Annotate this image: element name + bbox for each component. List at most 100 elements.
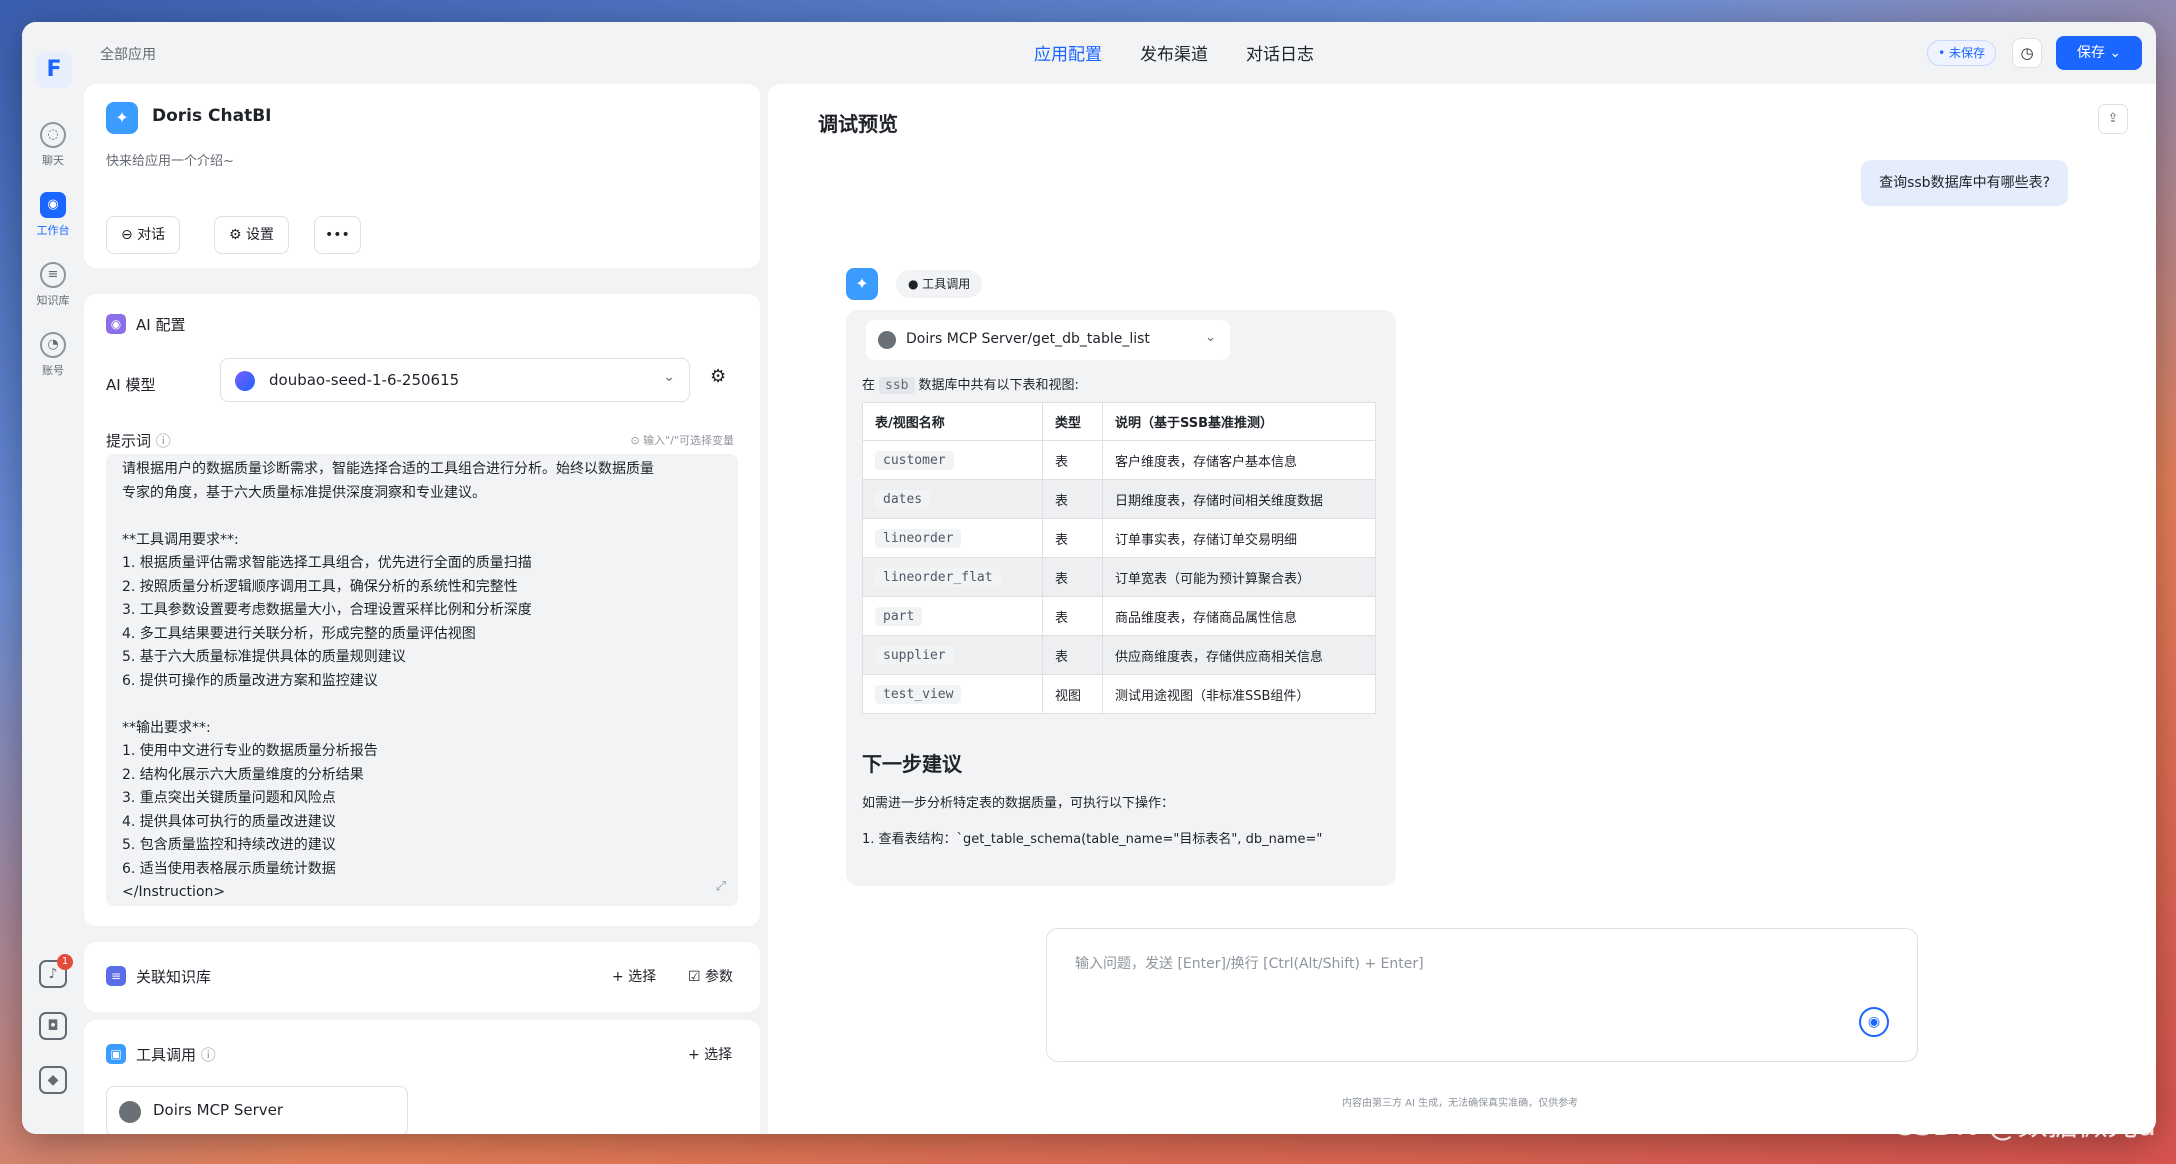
chevron-down-icon: ⌄ bbox=[1205, 330, 1216, 345]
more-button[interactable]: ••• bbox=[314, 216, 361, 254]
share-icon[interactable]: ⇪ bbox=[2098, 104, 2128, 134]
debug-preview-panel: 调试预览 ⇪ 查询ssb数据库中有哪些表? ✦ ● 工具调用 Doirs MCP… bbox=[768, 84, 2156, 1134]
table-cell: 日期维度表，存储时间相关维度数据 bbox=[1102, 479, 1376, 519]
robot-icon[interactable]: ◘ bbox=[39, 1012, 67, 1040]
help-icon[interactable]: ⓘ bbox=[156, 432, 171, 450]
app-description[interactable]: 快来给应用一个介绍~ bbox=[106, 150, 234, 169]
table-cell: 表 bbox=[1042, 479, 1103, 519]
chat-icon: ⊖ bbox=[121, 227, 138, 243]
table-row: lineorder_flat 表 订单宽表（可能为预计算聚合表） bbox=[862, 557, 1376, 597]
rail-item-account[interactable]: ◔ 账号 bbox=[26, 332, 80, 378]
prompt-line: 1. 根据质量评估需求智能选择工具组合，优先进行全面的质量扫描 bbox=[122, 555, 532, 571]
table-cell: supplier bbox=[862, 635, 1043, 675]
knowledge-select-button[interactable]: + 选择 bbox=[612, 966, 656, 986]
table-cell: 表 bbox=[1042, 635, 1103, 675]
mcp-server-icon bbox=[119, 1101, 141, 1123]
chat-icon: ◌ bbox=[40, 122, 66, 148]
table-cell: 表 bbox=[1042, 557, 1103, 597]
tool-call-tag[interactable]: ● 工具调用 bbox=[896, 270, 983, 298]
knowledge-params-button[interactable]: ☑ 参数 bbox=[688, 966, 733, 986]
app-avatar-icon: ✦ bbox=[106, 102, 138, 134]
user-message: 查询ssb数据库中有哪些表? bbox=[1861, 160, 2068, 206]
user-icon: ◔ bbox=[40, 332, 66, 358]
rail-item-workbench[interactable]: ◉ 工作台 bbox=[26, 192, 80, 238]
table-cell: 客户维度表，存储客户基本信息 bbox=[1102, 440, 1376, 480]
prompt-line: 3. 重点突出关键质量问题和风险点 bbox=[122, 790, 336, 806]
database-icon: ≡ bbox=[106, 966, 126, 986]
send-icon[interactable]: ◉ bbox=[1859, 1007, 1889, 1037]
table-cell: dates bbox=[862, 479, 1043, 519]
table-cell: 订单事实表，存储订单交易明细 bbox=[1102, 518, 1376, 558]
table-cell: 测试用途视图（非标准SSB组件） bbox=[1102, 674, 1376, 714]
model-select[interactable]: doubao-seed-1-6-250615 ⌄ bbox=[220, 358, 690, 402]
prompt-textarea[interactable]: 请根据用户的数据质量诊断需求，智能选择合适的工具组合进行分析。始终以数据质量 专… bbox=[106, 454, 738, 906]
history-icon[interactable]: ◷ bbox=[2012, 38, 2042, 68]
prompt-line: 5. 包含质量监控和持续改进的建议 bbox=[122, 837, 336, 853]
table-name-code: supplier bbox=[875, 645, 954, 665]
ai-config-title: AI 配置 bbox=[136, 316, 186, 334]
prompt-line: **工具调用要求**: bbox=[122, 531, 239, 548]
table-cell: lineorder_flat bbox=[862, 557, 1043, 597]
rail-item-knowledge[interactable]: ≡ 知识库 bbox=[26, 262, 80, 308]
chat-button-label: 对话 bbox=[137, 227, 166, 243]
notification-badge: 1 bbox=[57, 954, 73, 970]
prompt-line: 3. 工具参数设置要考虑数据量大小，合理设置采样比例和分析深度 bbox=[122, 602, 532, 618]
prompt-line bbox=[122, 505, 722, 529]
intro-suffix: 数据库中共有以下表和视图: bbox=[918, 378, 1079, 393]
prompt-label: 提示词 ⓘ bbox=[106, 430, 171, 451]
app-name[interactable]: Doris ChatBI bbox=[152, 106, 272, 126]
preview-title: 调试预览 bbox=[818, 112, 898, 136]
app-info-card: ✦ Doris ChatBI 快来给应用一个介绍~ ⊖ 对话 ⚙ 设置 ••• bbox=[84, 84, 760, 268]
next-steps-heading: 下一步建议 bbox=[862, 752, 962, 776]
watermark: CSDN @数据微光a bbox=[1892, 1108, 2156, 1143]
intro-db-name: ssb bbox=[879, 377, 915, 394]
prompt-line: 2. 结构化展示六大质量维度的分析结果 bbox=[122, 766, 364, 783]
tool-title-text: 工具调用 bbox=[136, 1046, 197, 1064]
rail-item-chat[interactable]: ◌ 聊天 bbox=[26, 122, 80, 168]
save-button[interactable]: 保存 ⌄ bbox=[2056, 36, 2142, 70]
mcp-server-name: Doirs MCP Server bbox=[153, 1101, 284, 1119]
ai-disclaimer: 内容由第三方 AI 生成，无法确保真实准确，仅供参考 bbox=[1342, 1098, 1579, 1109]
ai-config-card: ◉ AI 配置 AI 模型 doubao-seed-1-6-250615 ⌄ ⚙… bbox=[84, 294, 760, 926]
prompt-line: 4. 多工具结果要进行关联分析，形成完整的质量评估视图 bbox=[122, 625, 476, 642]
table-row: supplier 表 供应商维度表，存储供应商相关信息 bbox=[862, 635, 1376, 675]
prompt-line: 6. 适当使用表格展示质量统计数据 bbox=[122, 860, 336, 877]
tab-chat-logs[interactable]: 对话日志 bbox=[1246, 40, 1314, 65]
tables-table: 表/视图名称 类型 说明（基于SSB基准推测） customer 表 客户维度表… bbox=[862, 402, 1376, 714]
table-row: customer 表 客户维度表，存储客户基本信息 bbox=[862, 440, 1376, 480]
table-name-code: part bbox=[875, 606, 923, 626]
next-steps-paragraph: 如需进一步分析特定表的数据质量，可执行以下操作： bbox=[862, 796, 1175, 811]
model-settings-icon[interactable]: ⚙ bbox=[710, 366, 726, 387]
breadcrumb[interactable]: 全部应用 bbox=[100, 44, 156, 64]
answer-intro: 在 ssb 数据库中共有以下表和视图: bbox=[862, 374, 1079, 394]
bell-icon[interactable]: ♪ 1 bbox=[39, 954, 73, 988]
table-cell: 表 bbox=[1042, 596, 1103, 636]
expand-icon[interactable]: ⤢ bbox=[716, 875, 726, 899]
settings-button[interactable]: ⚙ 设置 bbox=[214, 216, 290, 254]
model-logo-icon bbox=[235, 371, 255, 391]
mcp-server-icon bbox=[878, 331, 896, 349]
intro-prefix: 在 bbox=[862, 378, 876, 393]
tab-bar: 应用配置 发布渠道 对话日志 bbox=[1034, 40, 1314, 65]
knowledge-base-card: ≡ 关联知识库 + 选择 ☑ 参数 bbox=[84, 942, 760, 1012]
table-cell: lineorder bbox=[862, 518, 1043, 558]
chat-input-placeholder: 输入问题，发送 [Enter]/换行 [Ctrl(Alt/Shift) + En… bbox=[1075, 956, 1424, 972]
config-panel: ✦ Doris ChatBI 快来给应用一个介绍~ ⊖ 对话 ⚙ 设置 ••• … bbox=[84, 84, 764, 1134]
tool-select-button[interactable]: + 选择 bbox=[688, 1044, 732, 1064]
tool-server-select[interactable]: Doirs MCP Server/get_db_table_list ⌄ bbox=[866, 320, 1230, 360]
table-header: 类型 bbox=[1042, 402, 1103, 441]
chat-input[interactable]: 输入问题，发送 [Enter]/换行 [Ctrl(Alt/Shift) + En… bbox=[1046, 928, 1918, 1062]
prompt-line: 2. 按照质量分析逻辑顺序调用工具，确保分析的系统性和完整性 bbox=[122, 578, 518, 595]
table-row: dates 表 日期维度表，存储时间相关维度数据 bbox=[862, 479, 1376, 519]
app-logo[interactable]: F bbox=[36, 52, 72, 88]
tab-app-config[interactable]: 应用配置 bbox=[1034, 40, 1102, 65]
mcp-server-chip[interactable]: Doirs MCP Server bbox=[106, 1086, 408, 1134]
tab-publish-channel[interactable]: 发布渠道 bbox=[1140, 40, 1208, 65]
github-icon[interactable]: ◆ bbox=[39, 1066, 67, 1094]
tool-server-label: Doirs MCP Server/get_db_table_list bbox=[906, 331, 1150, 347]
table-name-code: test_view bbox=[875, 684, 962, 704]
chat-button[interactable]: ⊖ 对话 bbox=[106, 216, 181, 254]
prompt-line: 请根据用户的数据质量诊断需求，智能选择合适的工具组合进行分析。始终以数据质量 bbox=[122, 461, 654, 477]
help-icon[interactable]: ⓘ bbox=[201, 1046, 216, 1064]
prompt-line bbox=[122, 693, 722, 717]
